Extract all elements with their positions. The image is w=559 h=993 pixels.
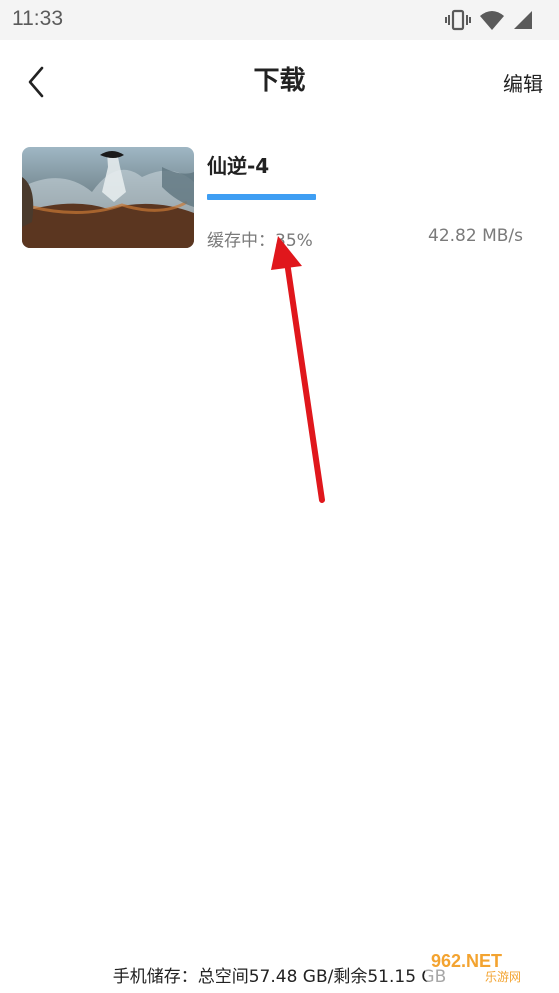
site-watermark: 962.NET 乐游网 [425, 949, 551, 984]
download-progress-fill [207, 194, 316, 200]
thumbnail-artwork [22, 147, 194, 248]
watermark-text: 962.NET [431, 951, 502, 971]
status-time: 11:33 [12, 7, 63, 30]
watermark-sub: 乐游网 [485, 970, 521, 984]
video-thumbnail[interactable] [22, 147, 194, 248]
cellular-icon [514, 11, 532, 29]
download-item[interactable]: 仙逆-4 缓存中：35% 42.82 MB/s [0, 132, 559, 262]
app-bar: 下载 编辑 [0, 40, 559, 120]
status-icons [445, 9, 533, 31]
download-speed: 42.82 MB/s [428, 226, 523, 246]
status-bar: 11:33 [0, 0, 559, 40]
download-status: 缓存中：35% [207, 231, 313, 251]
download-progress-bar [207, 194, 517, 200]
download-title: 仙逆-4 [207, 154, 270, 178]
wifi-icon [480, 11, 504, 30]
page-title: 下载 [253, 66, 306, 96]
vibrate-icon [445, 9, 471, 31]
edit-button[interactable]: 编辑 [503, 68, 543, 97]
